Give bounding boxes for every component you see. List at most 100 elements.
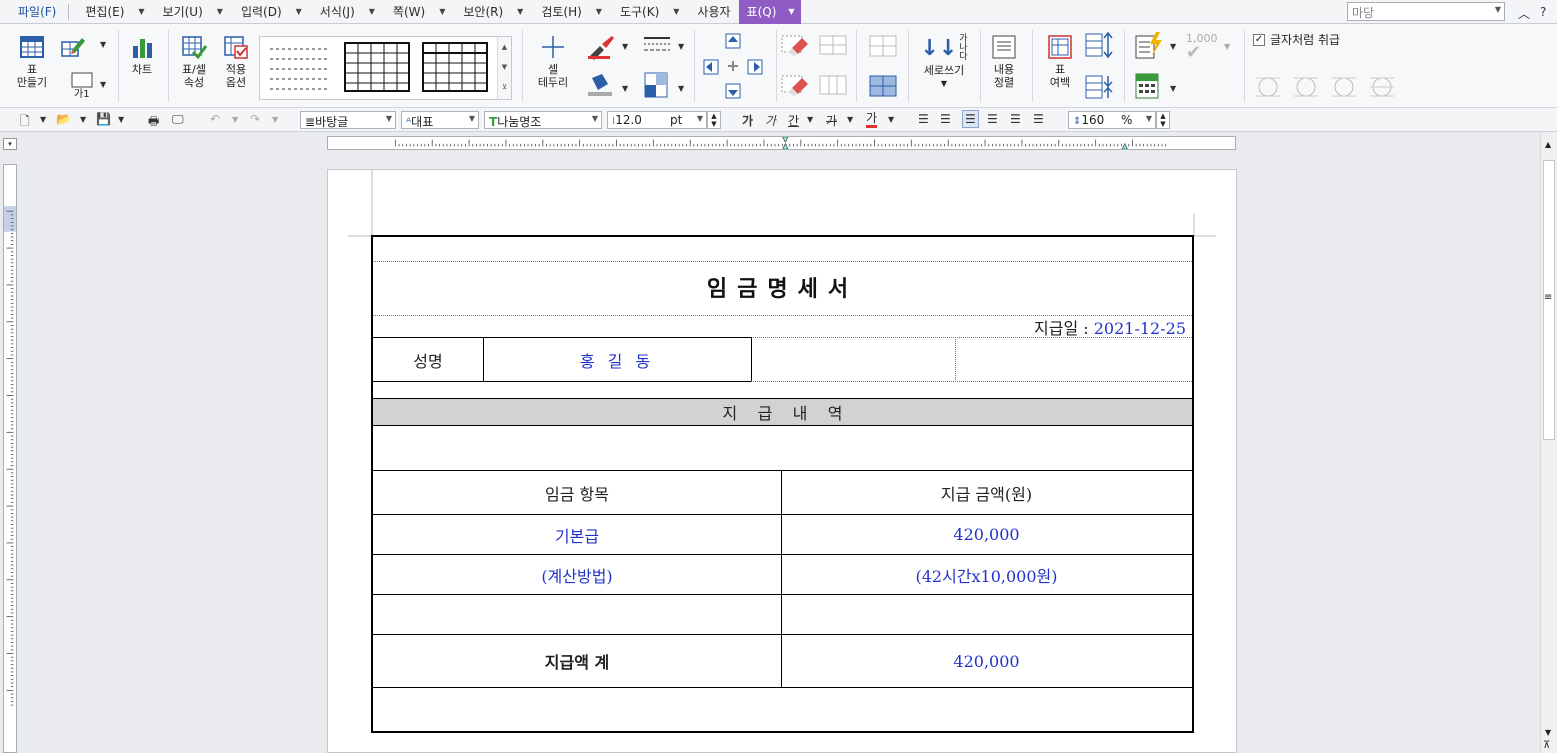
- cell-fill-icon[interactable]: [868, 72, 898, 100]
- menu-table[interactable]: 표(Q) ▼: [738, 0, 801, 24]
- print-icon[interactable]: 🖶: [148, 112, 159, 133]
- style-search-box[interactable]: 마당 ▼: [1347, 2, 1505, 21]
- chevron-down-icon[interactable]: ▼: [1170, 84, 1176, 93]
- chevron-down-icon[interactable]: ▼: [100, 80, 106, 89]
- shape-button[interactable]: 가1: [62, 72, 102, 100]
- font-size-spinner[interactable]: ▲ ▼: [707, 111, 721, 129]
- menu-file[interactable]: 파일(F): [0, 3, 70, 20]
- table-properties-button[interactable]: 표/셀 속성: [174, 34, 214, 89]
- total-value-cell[interactable]: 420,000: [781, 635, 1192, 687]
- align-divide-icon[interactable]: ☰: [1033, 112, 1044, 126]
- name-label-cell[interactable]: 성명: [373, 338, 483, 381]
- fill-bucket-icon[interactable]: [586, 70, 614, 98]
- underline-button[interactable]: 간: [788, 112, 799, 129]
- row-amount-cell[interactable]: 420,000: [781, 515, 1192, 554]
- number-format-button[interactable]: 1,000 ✔: [1186, 32, 1218, 62]
- menu-tools[interactable]: 도구(K) ▼: [610, 0, 687, 24]
- col-width-icon[interactable]: [1084, 72, 1114, 102]
- save-icon[interactable]: 💾: [96, 112, 111, 126]
- table-style-grid-icon[interactable]: [344, 42, 410, 92]
- payslip-table[interactable]: 임금명세서 지급일 : 2021-12-25 성명 홍 길 동 지 급 내 역 …: [371, 235, 1194, 733]
- table-style-grid2-icon[interactable]: [422, 42, 488, 92]
- gallery-scroll[interactable]: ▲ ▼ ⊻: [497, 37, 511, 99]
- chevron-down-icon[interactable]: ▼: [272, 115, 278, 124]
- cell-shade-icon[interactable]: [644, 72, 668, 98]
- scroll-up-icon[interactable]: ▲: [1545, 140, 1551, 149]
- line-spacing-select[interactable]: ⇕160% ▼: [1068, 111, 1156, 129]
- help-icon[interactable]: ?: [1540, 5, 1546, 19]
- insert-cells-icon[interactable]: [700, 32, 768, 102]
- treat-as-char-checkbox[interactable]: ✓ 글자처럼 취급: [1253, 31, 1340, 48]
- align-justify-icon[interactable]: ☰: [918, 112, 929, 126]
- chevron-down-icon[interactable]: ▼: [678, 84, 684, 93]
- chevron-down-icon[interactable]: ▼: [118, 115, 124, 124]
- chart-button[interactable]: 차트: [124, 34, 160, 76]
- chevron-down-icon[interactable]: ▼: [888, 115, 894, 124]
- apply-options-button[interactable]: 적용 옵션: [216, 34, 256, 89]
- chevron-down-icon[interactable]: ▼: [232, 115, 238, 124]
- line-style-icon[interactable]: [642, 34, 672, 56]
- chevron-down-icon[interactable]: ▼: [678, 42, 684, 51]
- calculator-icon[interactable]: [1134, 72, 1162, 100]
- row-height-icon[interactable]: [1084, 30, 1114, 60]
- chevron-down-icon[interactable]: ▼: [100, 40, 106, 49]
- row-item-cell[interactable]: [373, 595, 781, 634]
- merge-cells-icon[interactable]: [818, 32, 848, 60]
- chevron-down-icon[interactable]: ▼: [847, 115, 853, 124]
- scroll-down-icon[interactable]: ▼: [1545, 728, 1551, 737]
- undo-icon[interactable]: ↶: [210, 112, 220, 126]
- redo-icon[interactable]: ↷: [250, 112, 260, 126]
- content-align-button[interactable]: 내용 정렬: [984, 34, 1024, 89]
- row-item-cell[interactable]: 기본급: [373, 515, 781, 554]
- chevron-down-icon[interactable]: ▼: [622, 42, 628, 51]
- row-amount-cell[interactable]: [781, 595, 1192, 634]
- menu-review[interactable]: 검토(H) ▼: [531, 0, 610, 24]
- paragraph-style-select[interactable]: ≣바탕글 ▼: [300, 111, 396, 129]
- chevron-down-icon[interactable]: ▼: [80, 115, 86, 124]
- table-margin-button[interactable]: 표 여백: [1040, 34, 1080, 89]
- table-style-dotted-icon[interactable]: [268, 45, 332, 91]
- italic-button[interactable]: 가: [765, 112, 776, 129]
- erase-row-icon[interactable]: [780, 32, 810, 60]
- menu-insert[interactable]: 입력(D) ▼: [231, 0, 310, 24]
- strike-button[interactable]: 가: [826, 112, 837, 129]
- line-spacing-spinner[interactable]: ▲ ▼: [1156, 111, 1170, 129]
- vertical-ruler[interactable]: [3, 164, 17, 753]
- row-amount-cell[interactable]: (42시간x10,000원): [781, 555, 1192, 594]
- erase-col-icon[interactable]: [780, 72, 810, 100]
- ruler-corner-button[interactable]: ▾: [3, 138, 17, 150]
- cell-block-icon[interactable]: [868, 32, 898, 60]
- font-color-button[interactable]: 가: [866, 112, 878, 128]
- row-item-cell[interactable]: (계산방법): [373, 555, 781, 594]
- menu-page[interactable]: 쪽(W) ▼: [383, 0, 453, 24]
- cell-border-button[interactable]: 셀 테두리: [533, 34, 573, 89]
- ribbon-collapse-icon[interactable]: ︿: [1518, 5, 1530, 22]
- menu-edit[interactable]: 편집(E) ▼: [75, 0, 152, 24]
- paydate-value[interactable]: 2021-12-25: [1094, 319, 1186, 338]
- column-header-item[interactable]: 임금 항목: [373, 471, 781, 514]
- text-wrap-icons[interactable]: [1254, 74, 1394, 100]
- font-select[interactable]: T나눔명조 ▼: [484, 111, 602, 129]
- language-select[interactable]: ᴬ대표 ▼: [401, 111, 479, 129]
- vertical-writing-button[interactable]: ↓↓ 가 나 다 세로쓰기 ▼: [916, 32, 972, 90]
- chevron-down-icon[interactable]: ▼: [1170, 42, 1176, 51]
- vertical-scrollbar[interactable]: ▲ ≡ ▼ ⊼: [1540, 132, 1557, 753]
- column-header-amount[interactable]: 지급 금액(원): [781, 471, 1192, 514]
- font-size-select[interactable]: ⁞12.0 pt ▼: [607, 111, 707, 129]
- align-center-icon[interactable]: ☰: [962, 110, 979, 128]
- menu-format[interactable]: 서식(J) ▼: [310, 0, 383, 24]
- menu-user[interactable]: 사용자: [687, 0, 738, 24]
- align-right-icon[interactable]: ☰: [987, 112, 998, 126]
- bold-button[interactable]: 가: [742, 112, 753, 129]
- horizontal-ruler[interactable]: [327, 136, 1236, 150]
- table-style-gallery[interactable]: ▲ ▼ ⊻: [259, 36, 512, 100]
- name-value-cell[interactable]: 홍 길 동: [483, 338, 751, 381]
- menu-security[interactable]: 보안(R) ▼: [453, 0, 531, 24]
- align-left-icon[interactable]: ☰: [940, 112, 951, 126]
- chevron-down-icon[interactable]: ▼: [40, 115, 46, 124]
- chevron-down-icon[interactable]: ▼: [807, 115, 813, 124]
- make-table-button[interactable]: 표 만들기: [12, 34, 52, 89]
- page-nav-icon[interactable]: ⊼: [1543, 740, 1550, 751]
- chevron-down-icon[interactable]: ▼: [622, 84, 628, 93]
- new-doc-icon[interactable]: 🗋: [20, 112, 30, 133]
